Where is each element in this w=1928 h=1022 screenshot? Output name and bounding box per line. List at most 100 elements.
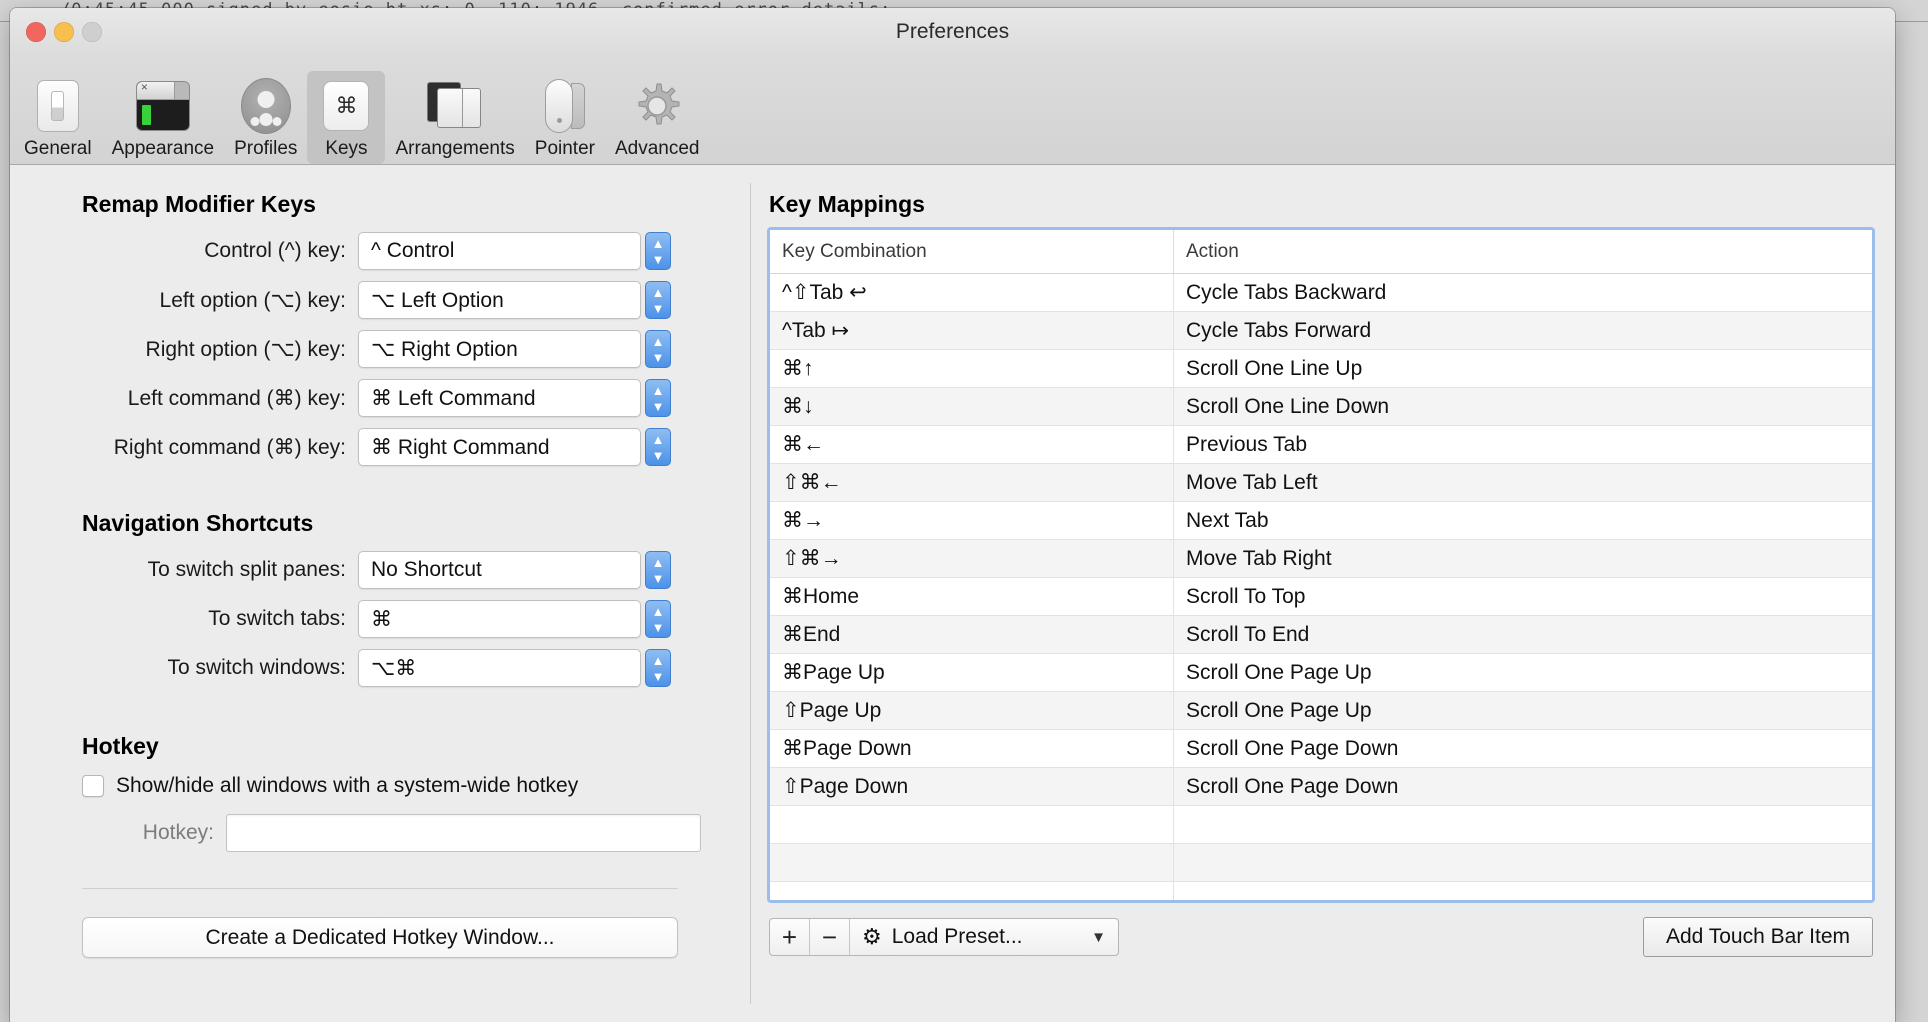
remap-popup-control[interactable]: ^ Control xyxy=(358,232,641,270)
toolbar-item-general[interactable]: General xyxy=(14,71,102,164)
table-row[interactable]: ⇧Page Down Scroll One Page Down xyxy=(770,768,1872,806)
nav-row-split-panes: To switch split panes: No Shortcut ▲ ▼ xyxy=(10,551,750,589)
table-row[interactable] xyxy=(770,882,1872,900)
chevron-up-icon: ▲ xyxy=(651,431,665,447)
table-row[interactable]: ⌘→ Next Tab xyxy=(770,502,1872,540)
nav-stepper-split-panes[interactable]: ▲ ▼ xyxy=(645,551,671,589)
toolbar-label-arrangements: Arrangements xyxy=(395,138,515,159)
chevron-down-icon: ▼ xyxy=(651,349,665,365)
nav-row-tabs: To switch tabs: ⌘ ▲ ▼ xyxy=(10,600,750,638)
table-row[interactable]: ⌘End Scroll To End xyxy=(770,616,1872,654)
background-right-strip xyxy=(1900,22,1928,1022)
remove-mapping-button[interactable]: − xyxy=(810,919,850,955)
nav-label-windows: To switch windows: xyxy=(167,656,346,679)
keys-right-pane: Key Mappings Key Combination Action ^⇧Ta… xyxy=(751,165,1895,1022)
cell-action: Scroll To Top xyxy=(1186,584,1306,608)
remap-value-left-command: ⌘ Left Command xyxy=(371,386,536,410)
window-title: Preferences xyxy=(895,20,1010,43)
table-row[interactable]: ⌘↑ Scroll One Line Up xyxy=(770,350,1872,388)
table-row[interactable]: ⇧⌘→ Move Tab Right xyxy=(770,540,1872,578)
table-row[interactable]: ⌘Page Down Scroll One Page Down xyxy=(770,730,1872,768)
table-row[interactable]: ^Tab ↦ Cycle Tabs Forward xyxy=(770,312,1872,350)
chevron-down-icon: ▼ xyxy=(651,447,665,463)
create-dedicated-hotkey-window-button[interactable]: Create a Dedicated Hotkey Window... xyxy=(82,917,678,958)
remap-label-right-option: Right option (⌥) key: xyxy=(145,337,346,361)
chevron-down-icon: ▼ xyxy=(651,619,665,635)
nav-label-split-panes: To switch split panes: xyxy=(147,558,346,581)
toolbar-item-advanced[interactable]: Advanced xyxy=(605,71,710,164)
table-row[interactable]: ⌘Home Scroll To Top xyxy=(770,578,1872,616)
remap-popup-left-option[interactable]: ⌥ Left Option xyxy=(358,281,641,319)
hotkey-input[interactable] xyxy=(226,814,701,852)
remap-label-control: Control (^) key: xyxy=(204,239,346,262)
nav-stepper-tabs[interactable]: ▲ ▼ xyxy=(645,600,671,638)
table-row[interactable] xyxy=(770,844,1872,882)
pointer-icon xyxy=(536,77,594,135)
cell-action xyxy=(1174,882,1872,900)
load-preset-dropdown[interactable]: ⚙ Load Preset... ▼ xyxy=(850,919,1118,955)
column-header-action[interactable]: Action xyxy=(1174,230,1872,273)
remap-stepper-right-option[interactable]: ▲ ▼ xyxy=(645,330,671,368)
toolbar-item-appearance[interactable]: Appearance xyxy=(102,71,224,164)
window-titlebar: Preferences xyxy=(10,8,1895,55)
key-mappings-table-body: ^⇧Tab ↩ Cycle Tabs Backward ^Tab ↦ Cycle… xyxy=(770,274,1872,900)
chevron-up-icon: ▲ xyxy=(651,284,665,300)
cell-key-combination: ⌘Home xyxy=(770,578,1174,615)
cell-key-combination: ⌘Page Down xyxy=(770,730,1174,767)
general-icon xyxy=(29,77,87,135)
table-row[interactable] xyxy=(770,806,1872,844)
remap-value-right-command: ⌘ Right Command xyxy=(371,435,550,459)
table-row[interactable]: ^⇧Tab ↩ Cycle Tabs Backward xyxy=(770,274,1872,312)
add-touch-bar-item-button[interactable]: Add Touch Bar Item xyxy=(1642,917,1873,957)
toolbar-item-arrangements[interactable]: Arrangements xyxy=(385,71,524,164)
cell-key-combination: ^Tab ↦ xyxy=(770,312,1174,349)
remap-popup-right-command[interactable]: ⌘ Right Command xyxy=(358,428,641,466)
toolbar-label-appearance: Appearance xyxy=(111,138,215,159)
table-row[interactable]: ⇧Page Up Scroll One Page Up xyxy=(770,692,1872,730)
toolbar-item-pointer[interactable]: Pointer xyxy=(525,71,605,164)
toolbar-item-keys[interactable]: ⌘ Keys xyxy=(307,71,386,164)
remap-stepper-left-option[interactable]: ▲ ▼ xyxy=(645,281,671,319)
chevron-down-icon: ▼ xyxy=(651,251,665,267)
appearance-icon xyxy=(134,77,192,135)
key-mappings-bottom-bar: + − ⚙ Load Preset... ▼ Add Touch Bar Ite… xyxy=(769,917,1873,957)
remap-row-right-command: Right command (⌘) key: ⌘ Right Command ▲… xyxy=(10,428,750,466)
hotkey-field-row: Hotkey: xyxy=(10,814,750,852)
cell-key-combination: ^⇧Tab ↩ xyxy=(770,274,1174,311)
table-row[interactable]: ⇧⌘← Move Tab Left xyxy=(770,464,1872,502)
add-mapping-button[interactable]: + xyxy=(770,919,810,955)
hotkey-enable-checkbox[interactable] xyxy=(82,775,104,797)
chevron-up-icon: ▲ xyxy=(651,382,665,398)
nav-popup-windows[interactable]: ⌥⌘ xyxy=(358,649,641,687)
hotkey-checkbox-row: Show/hide all windows with a system-wide… xyxy=(82,774,750,798)
table-row[interactable]: ⌘← Previous Tab xyxy=(770,426,1872,464)
cell-action: Scroll One Line Up xyxy=(1186,356,1363,380)
nav-popup-split-panes[interactable]: No Shortcut xyxy=(358,551,641,589)
table-row[interactable]: ⌘Page Up Scroll One Page Up xyxy=(770,654,1872,692)
remap-stepper-right-command[interactable]: ▲ ▼ xyxy=(645,428,671,466)
cell-key-combination xyxy=(770,844,1174,881)
cell-key-combination: ⇧⌘← xyxy=(770,464,1174,501)
key-mappings-table[interactable]: Key Combination Action ^⇧Tab ↩ Cycle Tab… xyxy=(769,229,1873,901)
nav-value-windows: ⌥⌘ xyxy=(371,656,417,680)
table-row[interactable]: ⌘↓ Scroll One Line Down xyxy=(770,388,1872,426)
remap-row-control: Control (^) key: ^ Control ▲ ▼ xyxy=(10,232,750,270)
nav-stepper-windows[interactable]: ▲ ▼ xyxy=(645,649,671,687)
remap-popup-right-option[interactable]: ⌥ Right Option xyxy=(358,330,641,368)
hotkey-heading: Hotkey xyxy=(82,733,159,759)
remap-stepper-control[interactable]: ▲ ▼ xyxy=(645,232,671,270)
cell-key-combination: ⌘← xyxy=(770,426,1174,463)
preferences-content: Remap Modifier Keys Control (^) key: ^ C… xyxy=(10,165,1895,1022)
remap-modifier-keys-heading: Remap Modifier Keys xyxy=(82,191,316,217)
nav-value-split-panes: No Shortcut xyxy=(371,558,482,581)
cell-key-combination: ⌘↑ xyxy=(770,350,1174,387)
hotkey-field-label: Hotkey: xyxy=(142,821,214,844)
cell-action: Next Tab xyxy=(1186,508,1269,532)
remap-popup-left-command[interactable]: ⌘ Left Command xyxy=(358,379,641,417)
cell-action: Scroll One Page Up xyxy=(1186,660,1372,684)
remap-stepper-left-command[interactable]: ▲ ▼ xyxy=(645,379,671,417)
column-header-key-combination[interactable]: Key Combination xyxy=(770,230,1174,273)
nav-popup-tabs[interactable]: ⌘ xyxy=(358,600,641,638)
toolbar-item-profiles[interactable]: Profiles xyxy=(224,71,307,164)
keys-icon: ⌘ xyxy=(317,77,375,135)
